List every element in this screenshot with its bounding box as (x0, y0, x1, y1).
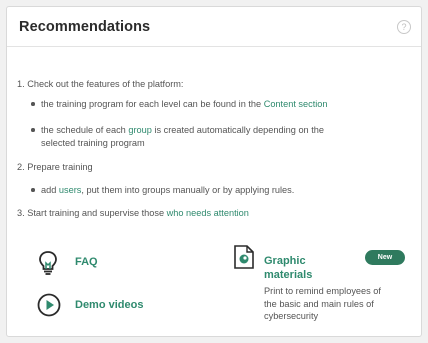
card-title: Recommendations (19, 19, 151, 35)
needs-attention-link[interactable]: who needs attention (167, 208, 249, 218)
bullet-text: the schedule of each (41, 125, 129, 135)
step-1-text: 1. Check out the features of the platfor… (17, 79, 184, 89)
faq-link[interactable]: FAQ (75, 256, 98, 268)
demo-videos-link[interactable]: Demo videos (75, 299, 143, 311)
desc-line: Print to remind employees of (264, 286, 381, 296)
bullet-text: selected training program (41, 138, 145, 148)
play-circle-icon[interactable] (37, 293, 61, 322)
bullet-text: is created automatically depending on th… (151, 125, 324, 135)
document-image-icon[interactable] (233, 244, 255, 275)
group-link[interactable]: group (128, 125, 152, 135)
graphic-materials-link[interactable]: Graphic materials (264, 254, 312, 282)
desc-line: cybersecurity (264, 311, 319, 321)
help-icon[interactable]: ? (397, 20, 411, 34)
card-header: Recommendations ? (7, 7, 421, 47)
graphic-label-line1: Graphic (264, 255, 306, 267)
new-badge: New (365, 250, 405, 265)
desc-line: the basic and main rules of (264, 298, 374, 309)
step-2-text: 2. Prepare training (17, 162, 93, 172)
list-item: the schedule of each group is created au… (31, 124, 411, 150)
users-link[interactable]: users (59, 185, 81, 195)
content-section-link[interactable]: Content section (264, 99, 328, 109)
step-3-label: 3. Start training and supervise those (17, 208, 167, 218)
list-item: the training program for each level can … (31, 98, 421, 111)
graphic-description: Print to remind employees of the basic an… (264, 285, 414, 323)
bullet-text: , put them into groups manually or by ap… (81, 185, 295, 195)
step-3-text: 3. Start training and supervise those wh… (17, 208, 249, 218)
list-item: add users, put them into groups manually… (30, 184, 295, 197)
graphic-label-line2: materials (264, 269, 313, 281)
lightbulb-icon[interactable] (38, 250, 58, 281)
bullet-text: add (41, 185, 59, 195)
bullet-text: the training program for each level can … (41, 99, 264, 109)
